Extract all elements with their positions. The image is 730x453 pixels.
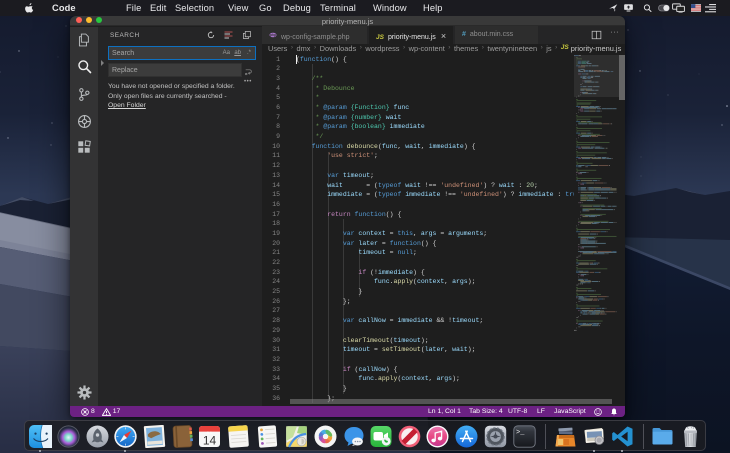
svg-text:14: 14: [202, 433, 216, 447]
svg-text:>_: >_: [516, 429, 525, 437]
